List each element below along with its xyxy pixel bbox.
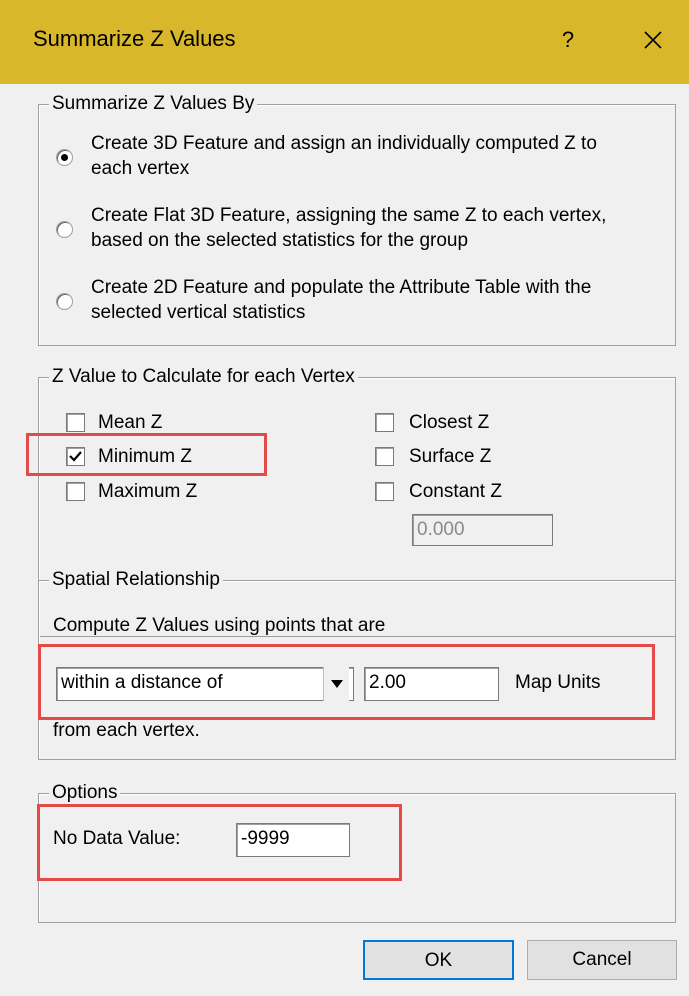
radio-3d-feature[interactable]	[56, 149, 73, 166]
options-group: Options	[38, 781, 676, 923]
cancel-button[interactable]: Cancel	[527, 940, 677, 980]
surface-z-checkbox[interactable]	[375, 447, 394, 466]
radio-3d-feature-label-line1: Create 3D Feature and assign an individu…	[91, 133, 597, 154]
radio-2d-feature-label-line1: Create 2D Feature and populate the Attri…	[91, 277, 592, 298]
constant-z-input: 0.000	[412, 514, 553, 546]
from-each-vertex-label: from each vertex.	[53, 720, 200, 741]
summarize-by-legend: Summarize Z Values By	[49, 92, 258, 116]
dialog-body: Summarize Z Values By Create 3D Feature …	[0, 84, 689, 996]
distance-input[interactable]: 2.00	[364, 667, 499, 701]
no-data-label: No Data Value:	[53, 828, 181, 849]
window-title: Summarize Z Values	[33, 26, 236, 51]
ok-button[interactable]: OK	[363, 940, 514, 980]
chevron-down-icon	[331, 680, 343, 688]
check-icon	[69, 451, 82, 462]
constant-z-label: Constant Z	[409, 481, 502, 502]
mean-z-label: Mean Z	[98, 412, 163, 433]
options-legend: Options	[49, 781, 121, 805]
surface-z-label: Surface Z	[409, 446, 492, 467]
closest-z-checkbox[interactable]	[375, 413, 394, 432]
no-data-input[interactable]: -9999	[236, 823, 350, 857]
radio-flat-3d-feature-label-line1: Create Flat 3D Feature, assigning the sa…	[91, 205, 607, 226]
radio-3d-feature-label-line2: each vertex	[91, 158, 190, 179]
constant-z-checkbox[interactable]	[375, 482, 394, 501]
title-bar: Summarize Z Values ?	[0, 0, 689, 84]
maximum-z-checkbox[interactable]	[66, 482, 85, 501]
radio-2d-feature[interactable]	[56, 293, 73, 310]
radio-flat-3d-feature[interactable]	[56, 221, 73, 238]
close-icon[interactable]	[633, 20, 673, 60]
minimum-z-label: Minimum Z	[98, 446, 192, 467]
minimum-z-checkbox[interactable]	[66, 447, 85, 466]
radio-selected-dot	[61, 154, 68, 161]
relationship-dropdown-value: within a distance of	[61, 672, 223, 693]
spatial-relationship-legend: Spatial Relationship	[49, 568, 223, 592]
radio-2d-feature-label-line2: selected vertical statistics	[91, 302, 306, 323]
z-value-legend: Z Value to Calculate for each Vertex	[49, 365, 358, 389]
help-button[interactable]: ?	[553, 20, 583, 60]
maximum-z-label: Maximum Z	[98, 481, 198, 502]
spatial-description: Compute Z Values using points that are	[53, 615, 386, 636]
relationship-dropdown[interactable]: within a distance of	[56, 667, 354, 701]
dropdown-arrow[interactable]	[323, 667, 349, 701]
mean-z-checkbox[interactable]	[66, 413, 85, 432]
closest-z-label: Closest Z	[409, 412, 490, 433]
radio-flat-3d-feature-label-line2: based on the selected statistics for the…	[91, 230, 469, 251]
map-units-label: Map Units	[515, 672, 601, 693]
